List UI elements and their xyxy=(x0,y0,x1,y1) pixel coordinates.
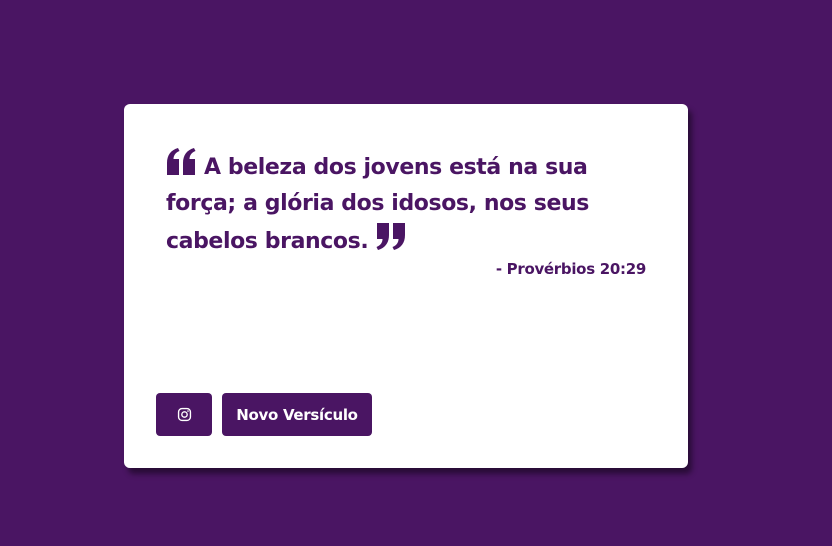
quote-open-icon xyxy=(167,148,196,175)
quote-text-block: A beleza dos jovens está na sua força; a… xyxy=(166,148,656,260)
quote-card: A beleza dos jovens está na sua força; a… xyxy=(124,104,688,468)
instagram-icon xyxy=(177,407,191,422)
quote-author: - Provérbios 20:29 xyxy=(495,260,646,278)
new-verse-button[interactable]: Novo Versículo xyxy=(222,393,372,436)
instagram-share-button[interactable] xyxy=(156,393,212,436)
quote-close-icon xyxy=(376,223,406,250)
